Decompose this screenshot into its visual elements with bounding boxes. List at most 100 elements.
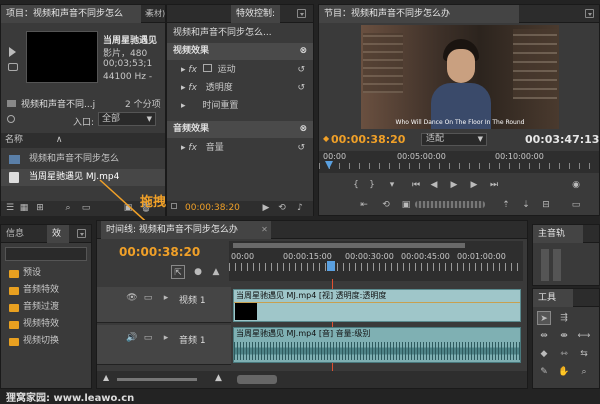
effects-search[interactable] <box>5 247 87 261</box>
timeline-timecode[interactable]: 00:00:38:20 <box>119 245 200 259</box>
zoom-slider[interactable] <box>117 378 197 381</box>
tab-tools[interactable]: 工具 <box>533 289 573 307</box>
tab-effect-controls[interactable]: 特效控制: <box>231 5 281 23</box>
reset-icon[interactable]: ↺ <box>297 140 305 157</box>
add-marker-icon[interactable]: ▲ <box>209 265 223 279</box>
eye-icon[interactable]: 👁 <box>125 291 139 305</box>
lock-icon[interactable]: ▭ <box>141 291 155 305</box>
set-out-icon[interactable]: } <box>365 178 379 192</box>
audio-clip-label: 当周星驰遇见 MJ.mp4 [音] 音量:级别 <box>236 329 371 338</box>
step-back-icon[interactable]: ◀ <box>427 178 441 192</box>
trim-icon[interactable]: ⊟ <box>539 198 553 212</box>
close-icon[interactable]: ✕ <box>260 225 269 234</box>
effect-time-remap[interactable]: ▸ 时间重置 <box>167 98 313 115</box>
effect-volume[interactable]: ▸ fx 音量 ↺ <box>167 140 313 157</box>
playhead-icon[interactable] <box>325 161 333 169</box>
set-in-icon[interactable]: { <box>349 178 363 192</box>
expand-triangle-icon[interactable]: ▸ <box>181 83 186 93</box>
go-to-in-icon[interactable]: ⏮ <box>409 178 423 192</box>
timeline-ruler[interactable]: 00:00 00:00:15:00 00:00:30:00 00:00:45:0… <box>229 241 523 281</box>
step-forward-icon[interactable]: ▶ <box>467 178 481 192</box>
folder-item[interactable]: 视频切换 <box>1 333 91 350</box>
audio-icon[interactable]: ♪ <box>293 201 307 215</box>
collapse-icon[interactable]: ⊗ <box>299 43 307 60</box>
new-bin-icon[interactable]: ▭ <box>79 201 93 215</box>
horizontal-scrollbar[interactable] <box>237 375 277 384</box>
rolling-edit-tool-icon[interactable]: ⇼ <box>557 329 571 343</box>
lock-icon[interactable]: ▭ <box>141 331 155 345</box>
tab-effects[interactable]: 效 <box>47 225 69 243</box>
marker-icon[interactable]: ▾ <box>385 178 399 192</box>
go-to-out-icon[interactable]: ⏭ <box>487 178 501 192</box>
effect-motion[interactable]: ▸ fx 运动 ↺ <box>167 62 313 79</box>
lift-icon[interactable]: ⇡ <box>499 198 513 212</box>
speaker-icon[interactable]: 🔊 <box>125 331 139 345</box>
output-icon[interactable]: ◉ <box>569 178 583 192</box>
list-item-label: 视频和声音不同步怎么 <box>29 154 120 164</box>
tab-program[interactable]: 节目：视频和声音不同步怎么办 <box>319 5 519 23</box>
expand-triangle-icon[interactable]: ▸ <box>181 101 186 111</box>
tab-info[interactable]: 信息 <box>1 225 39 243</box>
zoom-out-icon[interactable]: ▲ <box>103 373 109 382</box>
program-current-time[interactable]: 00:00:38:20 <box>331 133 405 146</box>
hand-tool-icon[interactable]: ✋ <box>557 365 571 379</box>
expand-triangle-icon[interactable]: ▸ <box>159 291 173 305</box>
razor-tool-icon[interactable]: ◆ <box>537 347 551 361</box>
audio-clip[interactable]: 当周星驰遇见 MJ.mp4 [音] 音量:级别 <box>233 327 521 363</box>
safe-margins-icon[interactable]: ▣ <box>399 198 413 212</box>
jog-shuttle[interactable] <box>415 201 485 208</box>
column-header[interactable]: 名称 ∧ <box>1 133 165 148</box>
loop-icon[interactable]: ⟲ <box>379 198 393 212</box>
entry-select[interactable]: 全部 ▼ <box>98 112 156 126</box>
video-clip[interactable]: 当周星驰遇见 MJ.mp4 [视] 透明度:透明度 <box>233 289 521 322</box>
expand-triangle-icon[interactable]: ▸ <box>159 331 173 345</box>
export-frame-icon[interactable]: ▭ <box>569 198 583 212</box>
panel-menu-icon[interactable] <box>585 9 594 18</box>
extract-icon[interactable]: ⇣ <box>519 198 533 212</box>
fit-select[interactable]: 适配 ▼ <box>421 133 487 146</box>
effect-opacity[interactable]: ▸ fx 透明度 ↺ <box>167 80 313 97</box>
snap-icon[interactable]: ⇱ <box>171 265 185 279</box>
find-icon[interactable]: ⌕ <box>61 201 75 215</box>
entry-label: 入口: <box>73 118 95 128</box>
collapse-icon[interactable]: ⊗ <box>299 121 307 138</box>
expand-triangle-icon[interactable]: ▸ <box>181 143 186 153</box>
zoom-tool-icon[interactable]: ⌕ <box>577 365 591 379</box>
reset-icon[interactable]: ↺ <box>297 62 305 79</box>
automate-icon[interactable]: ⊞ <box>33 201 47 215</box>
reset-icon[interactable]: ↺ <box>297 80 305 97</box>
close-icon[interactable]: ✕ <box>143 9 152 18</box>
tab-project[interactable]: 项目：视频和声音不同步怎么 <box>1 5 141 23</box>
list-item[interactable]: 视频和声音不同步怎么 <box>1 151 165 168</box>
play-only-audio-icon[interactable]: ▶ <box>259 201 273 215</box>
loop-icon[interactable]: ⟲ <box>275 201 289 215</box>
zoom-in-icon[interactable]: ▲ <box>215 373 222 383</box>
tab-timeline[interactable]: 时间线: 视频和声音不同步怎么办 <box>101 221 271 239</box>
list-view-icon[interactable]: ☰ <box>3 201 17 215</box>
ripple-edit-tool-icon[interactable]: ⇹ <box>537 329 551 343</box>
folder-item[interactable]: 音频特效 <box>1 282 91 299</box>
panel-menu-icon[interactable] <box>297 9 306 18</box>
slide-tool-icon[interactable]: ⇆ <box>577 347 591 361</box>
track-select-tool-icon[interactable]: ⇶ <box>557 311 571 325</box>
folder-item[interactable]: 预设 <box>1 265 91 282</box>
selection-tool-icon[interactable]: ➤ <box>537 311 551 325</box>
play-thumbnail-icon[interactable] <box>9 47 16 57</box>
folder-item[interactable]: 音频过渡 <box>1 299 91 316</box>
play-icon[interactable]: ▶ <box>447 178 461 192</box>
tab-audio-master[interactable]: 主音轨 <box>533 225 583 243</box>
pen-tool-icon[interactable]: ✎ <box>537 365 551 379</box>
icon-view-icon[interactable]: ▦ <box>17 201 31 215</box>
play-in-out-icon[interactable]: ⇤ <box>357 198 371 212</box>
search-icon[interactable] <box>7 115 15 123</box>
set-marker-icon[interactable]: ● <box>191 265 205 279</box>
program-ruler[interactable]: 00:00 00:05:00:00 00:10:00:00 <box>319 151 599 173</box>
expand-triangle-icon[interactable]: ▸ <box>181 65 186 75</box>
folder-item[interactable]: 视频特效 <box>1 316 91 333</box>
playhead-icon[interactable] <box>327 261 335 271</box>
panel-menu-icon[interactable] <box>77 229 86 238</box>
rate-stretch-tool-icon[interactable]: ⟷ <box>577 329 591 343</box>
work-area-bar[interactable] <box>233 243 465 248</box>
slip-tool-icon[interactable]: ⇿ <box>557 347 571 361</box>
poster-frame-icon[interactable] <box>8 63 18 71</box>
